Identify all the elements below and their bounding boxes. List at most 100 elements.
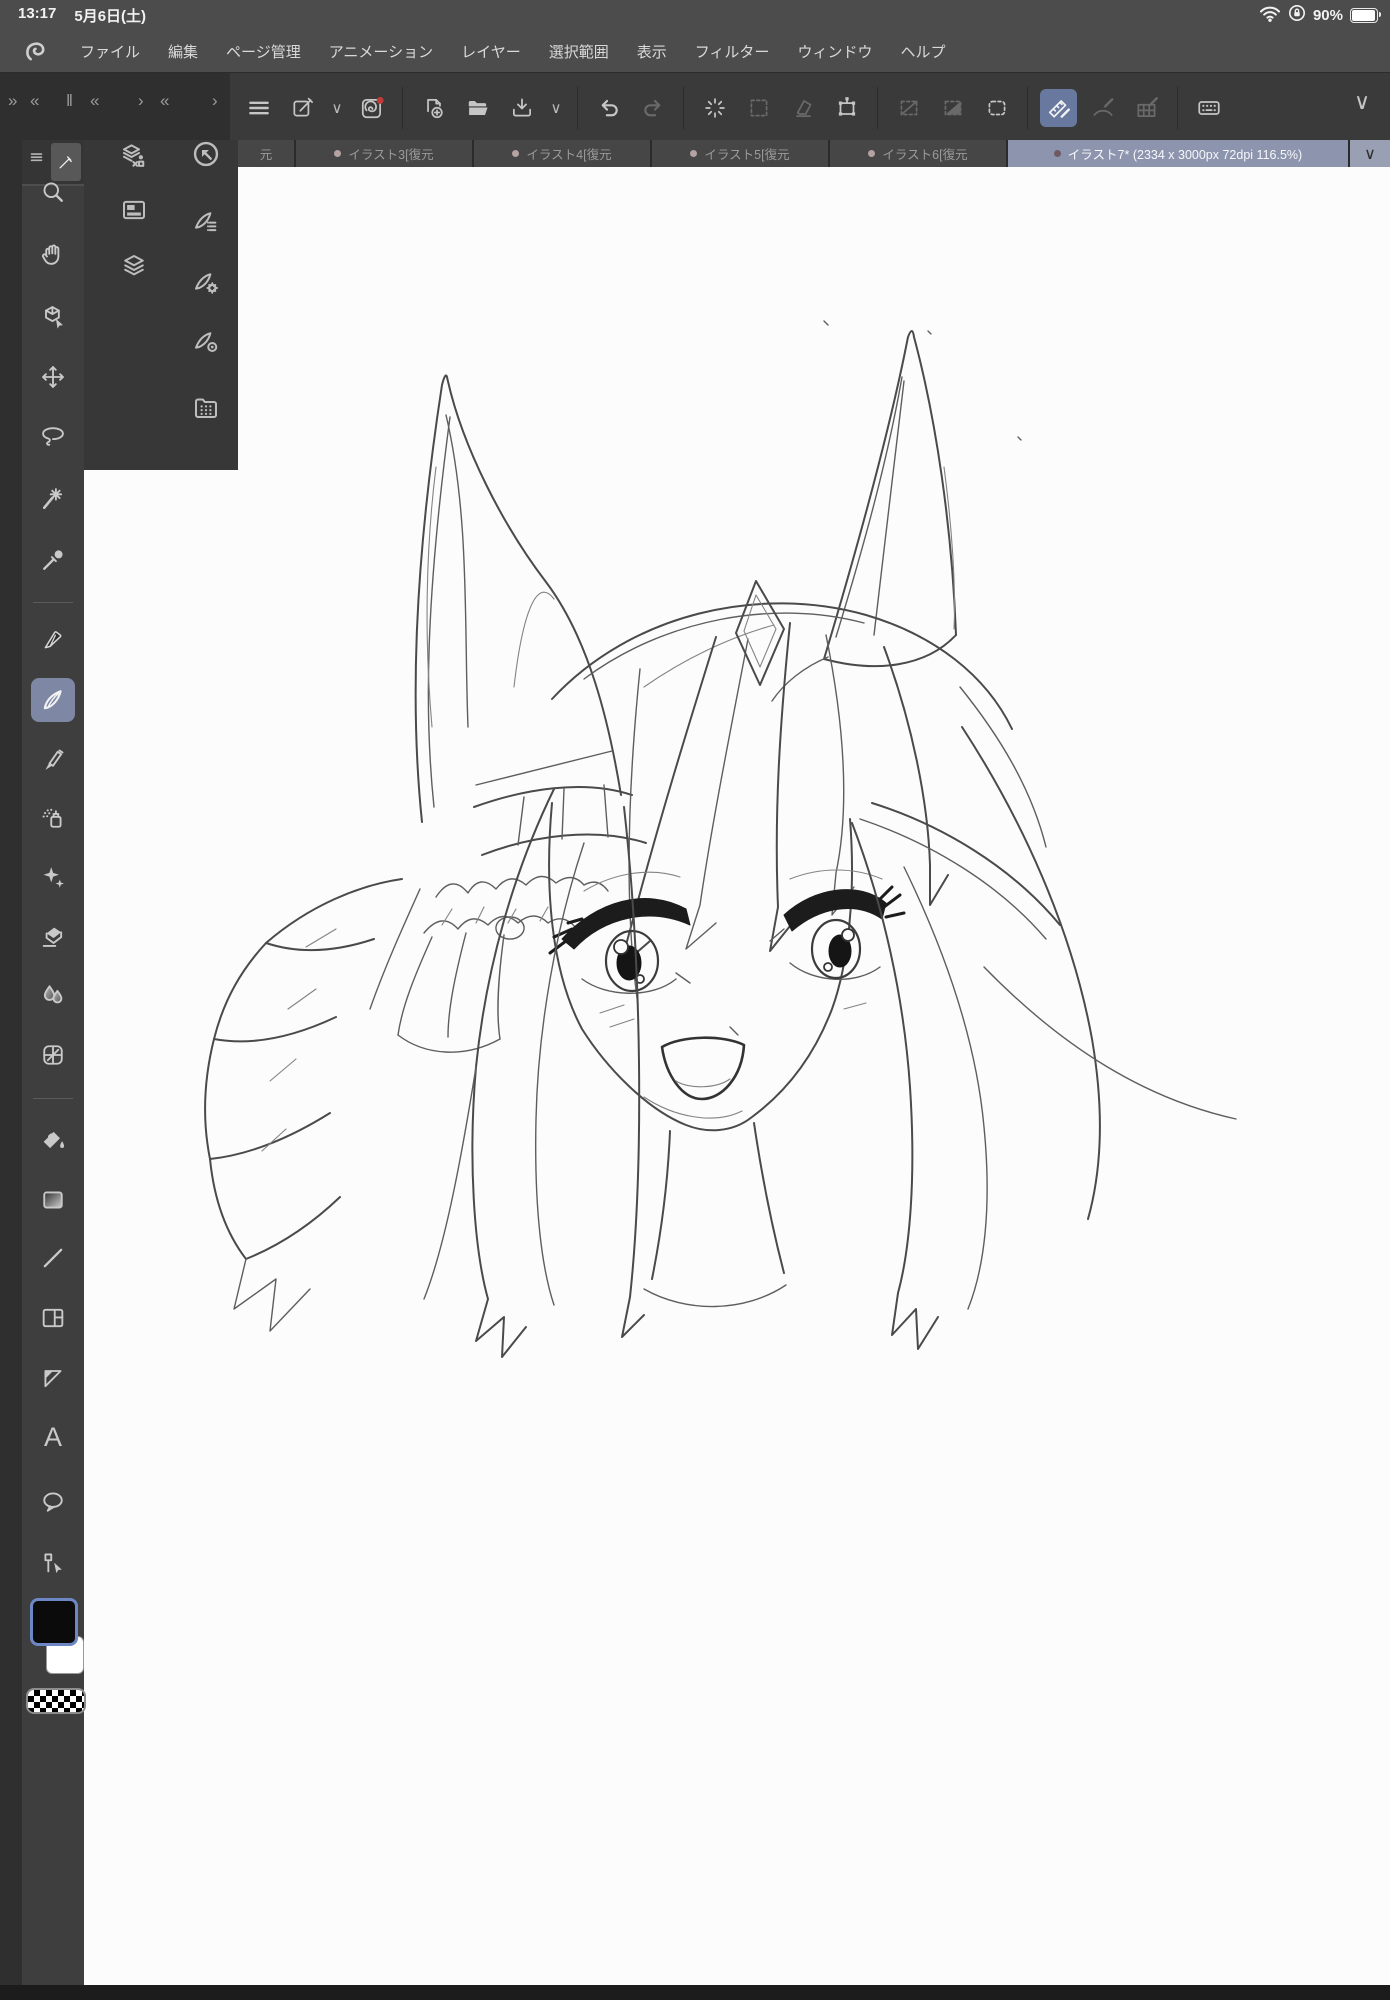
menu-animation[interactable]: アニメーション <box>329 41 433 62</box>
selection-tool[interactable] <box>31 415 75 459</box>
dock-handle-icon[interactable]: ‖ <box>66 91 73 111</box>
notification-dot <box>376 96 384 104</box>
sub-tool-icon[interactable] <box>188 204 224 240</box>
layers-icon[interactable] <box>116 248 152 284</box>
blend-tool[interactable] <box>31 973 75 1017</box>
menu-layer[interactable]: レイヤー <box>461 41 521 62</box>
tab-label: イラスト5[復元 <box>704 148 790 162</box>
snap-to-ruler-button[interactable] <box>1040 89 1077 127</box>
dock-chevron-icon[interactable]: » <box>8 91 17 111</box>
tab-label: 元 <box>259 148 273 162</box>
unsaved-dot-icon <box>868 150 876 157</box>
undo-button[interactable] <box>590 89 627 127</box>
shortcut-bar-button[interactable] <box>1190 89 1227 127</box>
tab-label: イラスト4[復元 <box>526 148 612 162</box>
open-file-button[interactable] <box>459 89 496 127</box>
material-icon[interactable] <box>188 389 224 425</box>
save-file-button[interactable] <box>503 89 540 127</box>
canvas-tab-bar: 元 イラスト3[復元 イラスト4[復元 イラスト5[復元 イラスト6[復元 イラ… <box>238 140 1390 167</box>
dock-chevron-icon[interactable]: › <box>138 91 144 111</box>
dock-chevron-icon[interactable]: « <box>160 91 169 111</box>
pencil-tool-selected[interactable] <box>31 678 75 722</box>
correct-line-tool[interactable] <box>31 1540 75 1584</box>
canvas-tab-illust5[interactable]: イラスト5[復元 <box>652 140 828 167</box>
collapse-command-bar-button[interactable]: ∨ <box>1344 89 1380 115</box>
clip-studio-home-button[interactable] <box>353 89 390 127</box>
wifi-icon <box>1259 5 1281 26</box>
palette-dock <box>84 136 238 470</box>
pen-settings-button[interactable] <box>284 89 321 127</box>
save-caret-icon[interactable]: ∨ <box>547 89 565 127</box>
dock-chevron-icon[interactable]: « <box>90 91 99 111</box>
bottom-edge-bar <box>0 1985 1390 2000</box>
clip-studio-logo <box>22 38 48 64</box>
canvas-tab-clipped[interactable]: 元 <box>238 140 294 167</box>
move-layer-tool[interactable] <box>31 355 75 399</box>
airbrush-tool[interactable] <box>31 796 75 840</box>
menu-file[interactable]: ファイル <box>80 41 140 62</box>
main-color-swatch[interactable] <box>30 1598 78 1646</box>
tool-property-icon[interactable] <box>188 265 224 301</box>
eraser-tool[interactable] <box>31 914 75 958</box>
brush-size-icon[interactable] <box>188 324 224 360</box>
zoom-tool[interactable] <box>31 170 75 214</box>
canvas[interactable] <box>84 167 1390 1985</box>
canvas-tab-illust6[interactable]: イラスト6[復元 <box>830 140 1006 167</box>
date: 5月6日(土) <box>74 7 147 25</box>
balloon-tool[interactable] <box>31 1480 75 1524</box>
pen-settings-caret-icon[interactable]: ∨ <box>328 89 346 127</box>
canvas-tab-illust7-active[interactable]: イラスト7* (2334 x 3000px 72dpi 116.5%) <box>1008 140 1348 167</box>
unsaved-dot-icon <box>512 150 520 157</box>
unsaved-dot-icon <box>334 150 342 157</box>
pen-tool[interactable] <box>31 618 75 662</box>
menu-help[interactable]: ヘルプ <box>900 41 945 62</box>
fill-tool[interactable] <box>31 1118 75 1162</box>
selection-launcher-off-button[interactable] <box>890 89 927 127</box>
clear-button[interactable] <box>696 89 733 127</box>
new-canvas-button[interactable] <box>415 89 452 127</box>
canvas-sketch <box>204 320 1237 1358</box>
palette-dock-controls: » « ‖ « › « › <box>0 73 230 140</box>
reset-display-icon[interactable] <box>188 136 224 172</box>
main-menu-button[interactable] <box>240 89 277 127</box>
deselect-button[interactable] <box>740 89 777 127</box>
stream-line-tool[interactable] <box>31 1356 75 1400</box>
tab-label: イラスト6[復元 <box>882 148 968 162</box>
decoration-tool[interactable] <box>31 855 75 899</box>
menu-edit[interactable]: 編集 <box>168 41 198 62</box>
menu-view[interactable]: 表示 <box>637 41 667 62</box>
tool-palette-menu-icon[interactable] <box>29 149 44 169</box>
eyedropper-tool[interactable] <box>31 538 75 582</box>
selection-border-button[interactable] <box>978 89 1015 127</box>
tab-overflow-button[interactable]: ∨ <box>1350 140 1390 167</box>
liquify-tool[interactable] <box>31 1033 75 1077</box>
quick-access-icon[interactable] <box>116 138 152 174</box>
brush-tool[interactable] <box>31 738 75 782</box>
transparent-color-swatch[interactable] <box>26 1688 86 1714</box>
clock: 13:17 <box>18 4 57 22</box>
figure-tool[interactable] <box>31 1236 75 1280</box>
invert-selection-button[interactable] <box>934 89 971 127</box>
auto-select-tool[interactable] <box>31 477 75 521</box>
scale-rotate-button[interactable] <box>828 89 865 127</box>
snap-to-special-ruler-button[interactable] <box>1084 89 1121 127</box>
frame-border-tool[interactable] <box>31 1296 75 1340</box>
redo-button[interactable] <box>634 89 671 127</box>
command-bar: » « ‖ « › « › ∨ ∨ ∨ <box>0 73 1390 140</box>
erase-outside-selection-button[interactable] <box>784 89 821 127</box>
unsaved-dot-icon <box>690 150 698 157</box>
canvas-tab-illust4[interactable]: イラスト4[復元 <box>474 140 650 167</box>
operation-tool[interactable] <box>31 295 75 339</box>
dock-chevron-icon[interactable]: « <box>30 91 39 111</box>
hand-tool[interactable] <box>31 233 75 277</box>
gradient-tool[interactable] <box>31 1178 75 1222</box>
canvas-tab-illust3[interactable]: イラスト3[復元 <box>296 140 472 167</box>
text-tool[interactable]: A <box>31 1415 75 1459</box>
menu-filter[interactable]: フィルター <box>695 41 770 62</box>
dock-chevron-icon[interactable]: › <box>212 91 218 111</box>
menu-page-management[interactable]: ページ管理 <box>226 41 301 62</box>
menu-window[interactable]: ウィンドウ <box>797 41 872 62</box>
layer-property-icon[interactable] <box>116 192 152 228</box>
menu-selection[interactable]: 選択範囲 <box>549 41 609 62</box>
snap-to-grid-button[interactable] <box>1128 89 1165 127</box>
